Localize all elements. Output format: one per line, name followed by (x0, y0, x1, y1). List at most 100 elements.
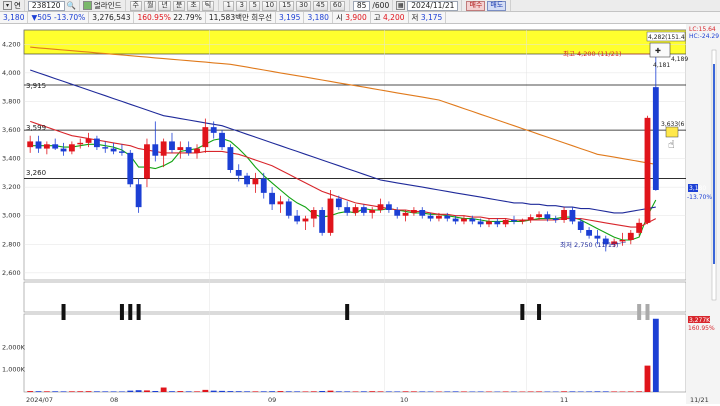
candle-body (419, 210, 425, 216)
candle-body (511, 220, 517, 221)
volume-bar (94, 391, 100, 392)
volume-bar (269, 391, 275, 392)
buy-button[interactable]: 매수 (466, 1, 485, 11)
price-change: 505 (37, 12, 51, 23)
stock-code-input[interactable]: 238120 (28, 1, 65, 11)
stock-flag-icon (83, 1, 92, 10)
candle-body (227, 147, 233, 170)
change-cell: ▼505 -13.70% (28, 12, 89, 23)
volume-bar (61, 391, 67, 392)
signal-marker (637, 304, 641, 320)
period-type-button-1[interactable]: 월 (144, 1, 156, 11)
candle-body (194, 149, 200, 153)
start-price-cell: 3,180 (304, 12, 332, 23)
volume-bar (286, 391, 292, 392)
calendar-icon[interactable]: ▦ (396, 1, 405, 10)
high-label: 고 (374, 12, 381, 23)
signal-marker (345, 304, 349, 320)
sell-button[interactable]: 매도 (487, 1, 506, 11)
candle-body (536, 214, 542, 217)
volume-bar (444, 391, 450, 392)
volume-bar (111, 391, 117, 392)
volume-bar (261, 391, 267, 392)
date-tick-label: 09 (268, 396, 276, 404)
signal-marker (645, 304, 649, 320)
line-label-3915: 3,915 (26, 82, 46, 90)
signal-marker (128, 304, 132, 320)
range-cell: 85/600 (350, 0, 393, 11)
mode-label: 연 (14, 0, 21, 11)
candle-body (303, 219, 309, 222)
signal-marker (120, 304, 124, 320)
period-type-button-0[interactable]: 주 (130, 1, 142, 11)
trade-buttons: 매수매도 (462, 0, 511, 11)
chart-area[interactable]: 4,2004,0003,8003,6003,4003,2003,0002,800… (0, 24, 720, 404)
minute-period-button-15[interactable]: 15 (279, 1, 294, 11)
candle-body (102, 147, 108, 148)
volume-bar (144, 390, 150, 392)
range-total: /600 (372, 0, 389, 11)
vertical-scrollbar-thumb[interactable] (713, 64, 715, 264)
volume-bar (169, 391, 175, 392)
candle-body (494, 221, 500, 224)
toolbar-row-1: ▾연 238120🔍 얼라인드 주월년분초틱 1351015304560 85/… (0, 0, 720, 12)
minute-period-button-10[interactable]: 10 (262, 1, 277, 11)
volume-bar (244, 391, 250, 392)
volume-bar (361, 391, 367, 392)
candle-body (219, 133, 225, 147)
stock-chart[interactable]: 4,2004,0003,8003,6003,4003,2003,0002,800… (0, 24, 720, 404)
candle-body (453, 219, 459, 222)
period-type-button-4[interactable]: 초 (187, 1, 199, 11)
volume-bar (403, 391, 409, 392)
period-type-button-2[interactable]: 년 (158, 1, 170, 11)
minute-period-button-5[interactable]: 5 (249, 1, 260, 11)
date-input[interactable]: 2024/11/21 (407, 1, 458, 11)
high-annotation: 최고 4,200 (11/21) (563, 49, 622, 58)
candle-body (403, 213, 409, 216)
range-input[interactable]: 85 (353, 1, 371, 11)
volume-bar (344, 391, 350, 392)
volume-bar (177, 391, 183, 392)
minute-period-button-60[interactable]: 60 (330, 1, 345, 11)
candle-body (319, 210, 325, 233)
candle-body (186, 147, 192, 153)
minute-period-button-30[interactable]: 30 (296, 1, 311, 11)
candle-body (461, 219, 467, 222)
open-value: 3,900 (345, 12, 366, 23)
period-type-button-3[interactable]: 분 (173, 1, 185, 11)
search-icon[interactable]: 🔍 (67, 0, 76, 11)
minute-period-button-45[interactable]: 45 (313, 1, 328, 11)
candle-body (528, 217, 534, 220)
price-tick-label: 3,000 (2, 212, 21, 220)
box-3633-label: 3,633(6 (661, 121, 685, 128)
price-axis-ticks: 4,2004,0003,8003,6003,4003,2003,0002,800… (2, 40, 21, 277)
volume-tick-label: 1,000K (2, 366, 26, 374)
candle-body (27, 141, 33, 147)
volume-bar (303, 391, 309, 392)
volume-bar (278, 391, 284, 392)
mode-selector[interactable]: ▾연 (0, 0, 25, 11)
signal-marker (520, 304, 524, 320)
volume-bar (127, 391, 133, 392)
volume-bar (102, 391, 108, 392)
box-4181-label: 4,181 (653, 62, 670, 69)
low-annotation: 최저 2,750 (11/15) (560, 240, 619, 249)
candle-body (152, 144, 158, 155)
volume-bar (536, 391, 542, 392)
chart-mode-icon: ▾ (3, 1, 12, 10)
candle-body (369, 210, 375, 213)
box-4189-label: 4,189 (671, 56, 688, 63)
minute-period-group: 1351015304560 (219, 0, 350, 11)
candle-body (428, 216, 434, 219)
period-type-button-5[interactable]: 틱 (202, 1, 214, 11)
stock-name[interactable]: 얼라인드 (94, 0, 122, 11)
candle-body (620, 240, 626, 241)
volume-cell: 3,276,543 (89, 12, 134, 23)
candle-body (111, 149, 117, 152)
candle-body (244, 176, 250, 185)
stock-code-cell: 238120🔍 (25, 0, 80, 11)
minute-period-button-1[interactable]: 1 (223, 1, 234, 11)
minute-period-button-3[interactable]: 3 (236, 1, 247, 11)
volume-bar (369, 391, 375, 392)
volume-bar (336, 391, 342, 392)
